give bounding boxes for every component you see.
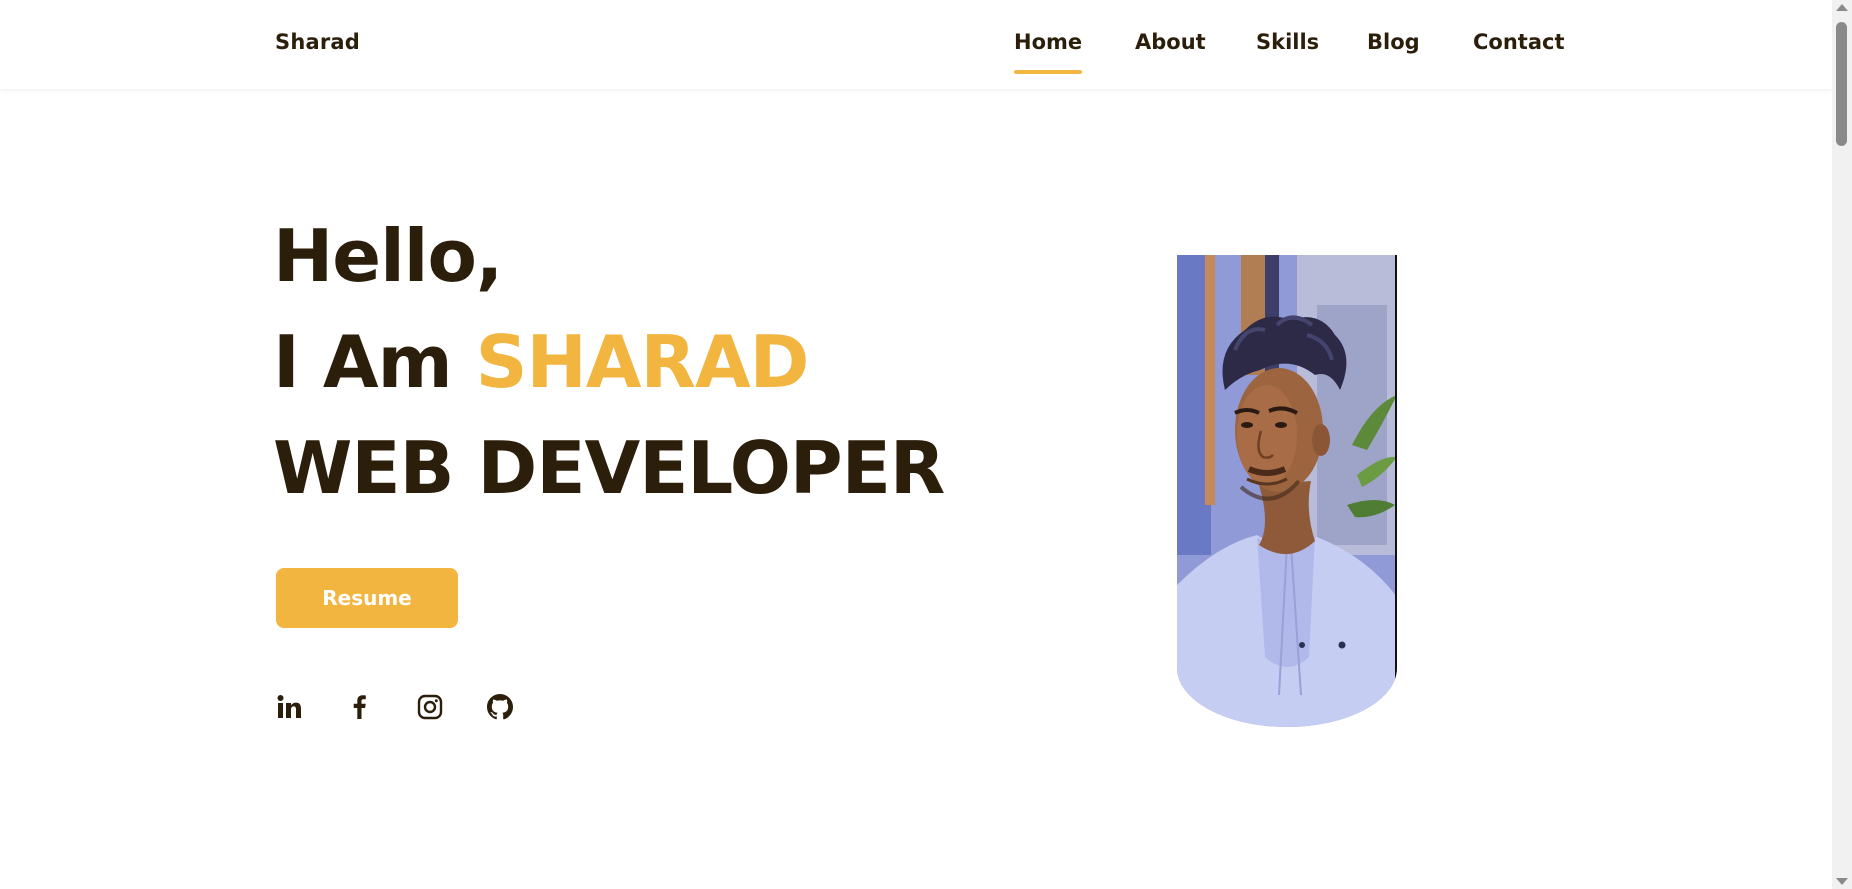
vertical-scrollbar[interactable] bbox=[1832, 0, 1852, 889]
site-header: Sharad Home About Skills Blog Contact bbox=[0, 0, 1832, 89]
scroll-up-arrow-icon[interactable] bbox=[1836, 4, 1848, 11]
profile-photo bbox=[1177, 255, 1397, 727]
brand-logo[interactable]: Sharad bbox=[275, 30, 360, 54]
nav-contact[interactable]: Contact bbox=[1473, 30, 1565, 54]
resume-button[interactable]: Resume bbox=[276, 568, 458, 628]
hero-intro: I Am SHARAD bbox=[273, 326, 809, 398]
hero-intro-prefix: I Am bbox=[273, 320, 476, 404]
photo-edge-line bbox=[1395, 255, 1397, 685]
scroll-down-arrow-icon[interactable] bbox=[1836, 878, 1848, 885]
hero-name: SHARAD bbox=[475, 320, 810, 404]
profile-photo-illustration bbox=[1177, 255, 1397, 727]
portfolio-page: Sharad Home About Skills Blog Contact He… bbox=[0, 0, 1852, 889]
instagram-icon[interactable] bbox=[413, 690, 447, 724]
hero-greeting: Hello, bbox=[273, 214, 503, 298]
linkedin-icon[interactable] bbox=[272, 690, 306, 724]
nav-skills[interactable]: Skills bbox=[1256, 30, 1319, 54]
hero-role: WEB DEVELOPER bbox=[273, 426, 945, 510]
nav-home[interactable]: Home bbox=[1014, 30, 1083, 74]
facebook-icon[interactable] bbox=[343, 690, 377, 724]
nav-blog[interactable]: Blog bbox=[1367, 30, 1420, 54]
nav-about[interactable]: About bbox=[1135, 30, 1206, 54]
github-icon[interactable] bbox=[483, 690, 517, 724]
scroll-thumb[interactable] bbox=[1836, 22, 1847, 146]
